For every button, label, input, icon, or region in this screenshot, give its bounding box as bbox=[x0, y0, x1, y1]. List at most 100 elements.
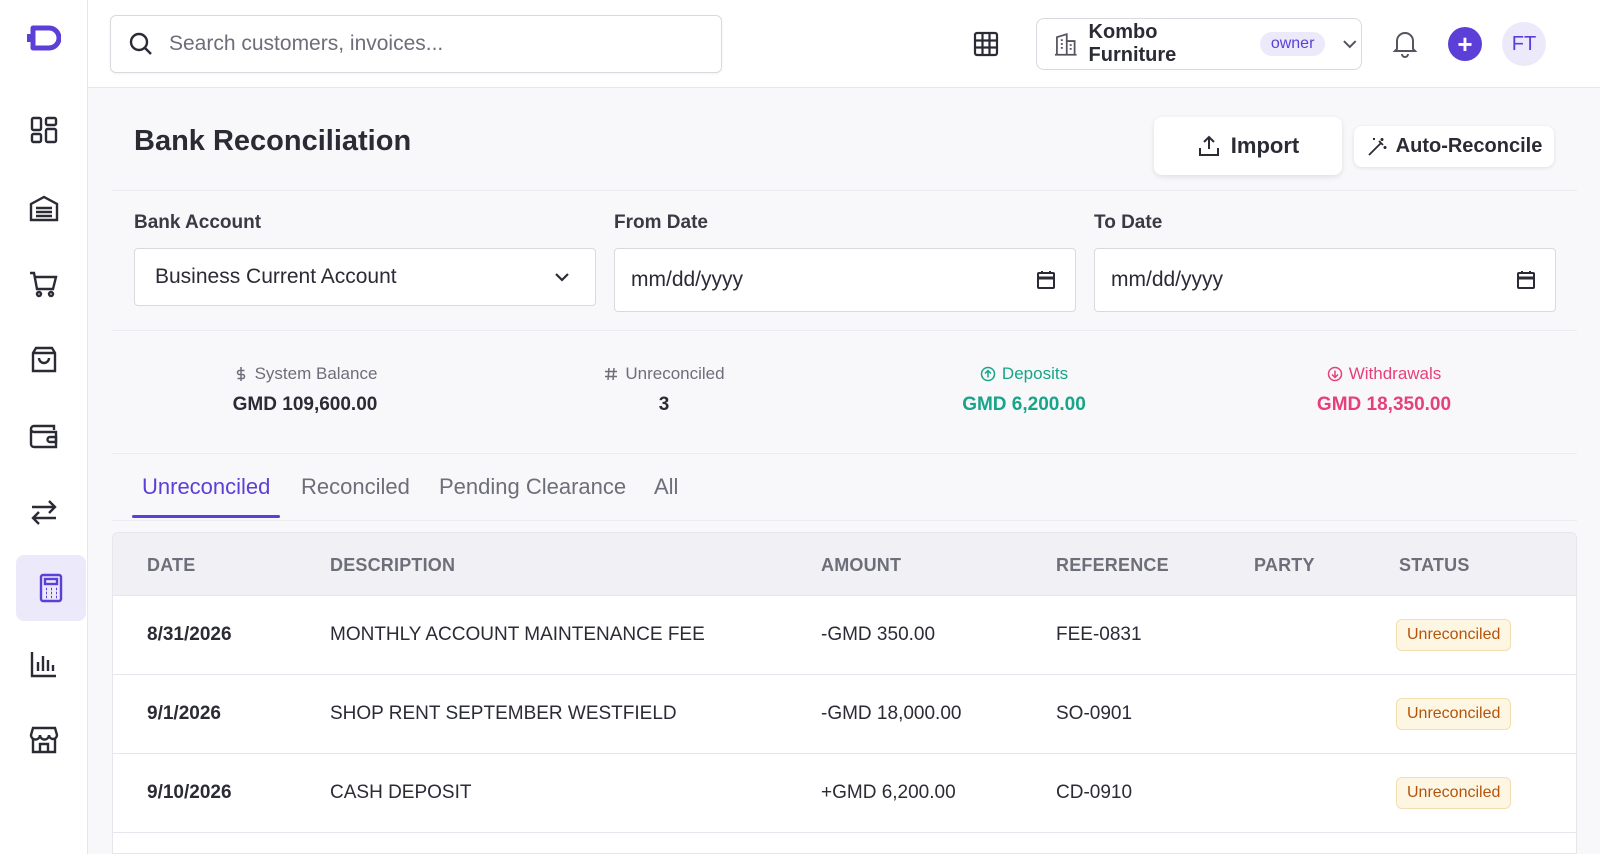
transfer-arrows-icon bbox=[31, 500, 57, 525]
import-label: Import bbox=[1230, 133, 1300, 158]
header-amount[interactable]: AMOUNT bbox=[821, 555, 901, 576]
sidebar-item-purchases[interactable] bbox=[16, 332, 72, 388]
tab-reconciled[interactable]: Reconciled bbox=[301, 474, 410, 518]
sidebar bbox=[0, 0, 88, 854]
cell-reference: SO-0901 bbox=[1056, 703, 1133, 724]
role-badge: owner bbox=[1259, 32, 1326, 56]
cell-description: MONTHLY ACCOUNT MAINTENANCE FEE bbox=[330, 624, 705, 645]
system-balance-value: GMD 109,600.00 bbox=[232, 394, 378, 415]
cell-reference: FEE-0831 bbox=[1056, 624, 1142, 645]
deposits-label: Deposits bbox=[1001, 364, 1069, 383]
table-row[interactable]: 9/10/2026 CASH DEPOSIT +GMD 6,200.00 CD-… bbox=[113, 754, 1576, 833]
system-balance-stat: System Balance GMD 109,600.00 bbox=[155, 364, 455, 416]
apps-grid-button[interactable] bbox=[968, 26, 1004, 62]
cell-amount: -GMD 350.00 bbox=[821, 624, 936, 645]
header-reference[interactable]: REFERENCE bbox=[1056, 555, 1169, 576]
status-badge: Unreconciled bbox=[1396, 698, 1512, 730]
tab-all[interactable]: All bbox=[654, 474, 678, 518]
cell-date: 9/10/2026 bbox=[147, 782, 232, 803]
status-badge: Unreconciled bbox=[1396, 777, 1512, 809]
header-party[interactable]: PARTY bbox=[1254, 555, 1315, 576]
calculator-icon bbox=[39, 573, 63, 603]
from-date-value: mm/dd/yyyy bbox=[631, 268, 744, 291]
cell-description: SHOP RENT SEPTEMBER WESTFIELD bbox=[330, 703, 677, 724]
divider bbox=[112, 330, 1577, 331]
cell-description: CASH DEPOSIT bbox=[330, 782, 472, 803]
sidebar-item-sales[interactable] bbox=[16, 256, 72, 312]
import-button[interactable]: Import bbox=[1154, 117, 1342, 175]
sidebar-item-store[interactable] bbox=[16, 712, 72, 768]
sidebar-item-dashboard[interactable] bbox=[16, 102, 72, 158]
table-row[interactable]: 8/31/2026 MONTHLY ACCOUNT MAINTENANCE FE… bbox=[113, 596, 1576, 675]
building-icon bbox=[1054, 32, 1077, 56]
magic-wand-icon bbox=[1368, 137, 1387, 156]
notifications-button[interactable] bbox=[1388, 26, 1422, 60]
search-input[interactable] bbox=[169, 32, 709, 56]
active-tab-indicator bbox=[132, 515, 280, 518]
quick-add-button[interactable]: + bbox=[1448, 27, 1482, 61]
warehouse-icon bbox=[29, 195, 59, 222]
search-box[interactable] bbox=[110, 15, 722, 73]
auto-reconcile-button[interactable]: Auto-Reconcile bbox=[1354, 126, 1554, 167]
hash-icon bbox=[605, 367, 618, 381]
sidebar-item-transfers[interactable] bbox=[16, 484, 72, 540]
bank-account-label: Bank Account bbox=[134, 212, 262, 233]
auto-reconcile-label: Auto-Reconcile bbox=[1395, 135, 1543, 157]
to-date-value: mm/dd/yyyy bbox=[1111, 268, 1224, 291]
unreconciled-label: Unreconciled bbox=[625, 364, 725, 383]
bank-account-select[interactable]: Business Current Account bbox=[134, 248, 596, 306]
from-date-input[interactable]: mm/dd/yyyy bbox=[614, 248, 1076, 312]
chevron-down-icon bbox=[555, 273, 569, 282]
cart-icon bbox=[30, 271, 58, 298]
bank-account-value: Business Current Account bbox=[155, 265, 397, 288]
cell-date: 9/1/2026 bbox=[147, 703, 221, 724]
divider bbox=[112, 190, 1577, 191]
sidebar-item-reports[interactable] bbox=[16, 636, 72, 692]
divider bbox=[112, 453, 1577, 454]
page-title: Bank Reconciliation bbox=[134, 125, 412, 157]
search-icon bbox=[129, 32, 152, 55]
withdrawals-value: GMD 18,350.00 bbox=[1316, 394, 1452, 415]
header-description[interactable]: DESCRIPTION bbox=[330, 555, 455, 576]
table-header: DATE DESCRIPTION AMOUNT REFERENCE PARTY … bbox=[113, 533, 1576, 596]
unreconciled-value: 3 bbox=[658, 394, 670, 415]
logo-icon[interactable] bbox=[27, 24, 61, 52]
dollar-icon bbox=[236, 367, 245, 381]
table-row[interactable]: 9/1/2026 SHOP RENT SEPTEMBER WESTFIELD -… bbox=[113, 675, 1576, 754]
store-icon bbox=[29, 726, 59, 754]
divider bbox=[112, 520, 1577, 521]
company-switcher[interactable]: Kombo Furniture owner bbox=[1036, 18, 1362, 70]
wallet-icon bbox=[29, 424, 58, 449]
bar-chart-icon bbox=[30, 652, 56, 678]
header-status[interactable]: STATUS bbox=[1399, 555, 1470, 576]
upload-icon bbox=[1198, 135, 1219, 156]
from-date-label: From Date bbox=[614, 212, 708, 233]
grid-icon bbox=[973, 31, 999, 57]
dashboard-icon bbox=[30, 116, 58, 144]
avatar[interactable]: FT bbox=[1502, 22, 1546, 66]
cell-amount: +GMD 6,200.00 bbox=[821, 782, 956, 803]
system-balance-label: System Balance bbox=[254, 364, 378, 383]
calendar-icon bbox=[1037, 271, 1055, 289]
bell-icon bbox=[1392, 32, 1418, 58]
unreconciled-stat: Unreconciled 3 bbox=[514, 364, 814, 416]
company-name: Kombo Furniture bbox=[1088, 21, 1177, 66]
chevron-down-icon bbox=[1343, 40, 1357, 49]
sidebar-item-inventory[interactable] bbox=[16, 180, 72, 236]
transactions-table: DATE DESCRIPTION AMOUNT REFERENCE PARTY … bbox=[112, 532, 1577, 854]
sidebar-item-wallet[interactable] bbox=[16, 408, 72, 464]
tab-pending-clearance[interactable]: Pending Clearance bbox=[439, 474, 626, 518]
sidebar-item-reconciliation[interactable] bbox=[16, 555, 86, 621]
to-date-input[interactable]: mm/dd/yyyy bbox=[1094, 248, 1556, 312]
deposits-stat: Deposits GMD 6,200.00 bbox=[874, 364, 1174, 416]
arrow-down-circle-icon bbox=[1327, 366, 1342, 382]
deposits-value: GMD 6,200.00 bbox=[962, 394, 1086, 415]
header-date[interactable]: DATE bbox=[147, 555, 195, 576]
arrow-up-circle-icon bbox=[980, 366, 996, 382]
tab-unreconciled[interactable]: Unreconciled bbox=[142, 474, 270, 518]
topbar: Kombo Furniture owner + FT bbox=[88, 0, 1600, 88]
cell-reference: CD-0910 bbox=[1056, 782, 1133, 803]
cell-date: 8/31/2026 bbox=[147, 624, 232, 645]
cell-amount: -GMD 18,000.00 bbox=[821, 703, 962, 724]
to-date-label: To Date bbox=[1094, 212, 1163, 233]
